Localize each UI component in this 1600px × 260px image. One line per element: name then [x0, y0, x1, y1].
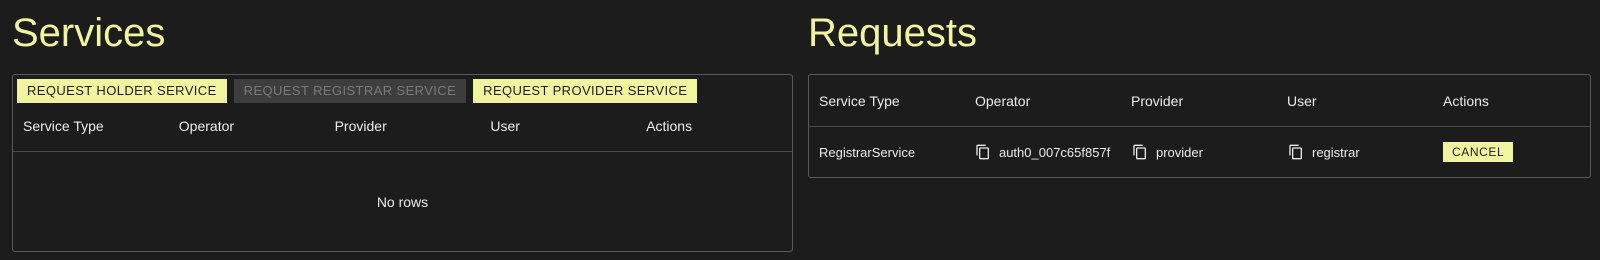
requests-title: Requests	[808, 11, 977, 55]
column-header-provider[interactable]: Provider	[1121, 75, 1277, 126]
services-grid: REQUEST HOLDER SERVICE REQUEST REGISTRAR…	[12, 74, 793, 252]
column-header-actions: Actions	[646, 118, 693, 134]
column-header-user[interactable]: User	[480, 103, 636, 151]
cell-service-type: RegistrarService	[809, 145, 965, 160]
request-provider-service-button[interactable]: REQUEST PROVIDER SERVICE	[473, 79, 698, 103]
operator-value: auth0_007c65f857f	[998, 144, 1111, 160]
column-header-service-type[interactable]: Service Type	[13, 103, 169, 151]
column-header-user[interactable]: User	[1277, 75, 1433, 126]
services-title: Services	[12, 11, 166, 55]
cell-actions: CANCEL	[1433, 142, 1589, 162]
request-registrar-service-button: REQUEST REGISTRAR SERVICE	[233, 79, 467, 103]
cancel-button[interactable]: CANCEL	[1443, 142, 1514, 162]
column-header-service-type[interactable]: Service Type	[809, 75, 965, 126]
requests-grid: Service Type Operator Provider User Acti…	[808, 74, 1591, 178]
column-header-provider[interactable]: Provider	[325, 103, 481, 151]
cell-user: registrar	[1277, 141, 1433, 163]
copy-icon[interactable]	[973, 141, 994, 163]
services-header-row: Service Type Operator Provider User Acti…	[13, 103, 792, 152]
table-row[interactable]: RegistrarService auth0_007c65f857f provi…	[809, 127, 1590, 177]
services-section: Services REQUEST HOLDER SERVICE REQUEST …	[12, 0, 793, 252]
column-header-actions: Actions	[1443, 93, 1489, 109]
requests-section: Requests Service Type Operator Provider …	[808, 0, 1592, 178]
cell-provider: provider	[1121, 141, 1277, 163]
copy-icon[interactable]	[1285, 141, 1307, 163]
column-header-operator[interactable]: Operator	[965, 75, 1121, 126]
copy-icon[interactable]	[1129, 141, 1151, 163]
service-type-value: RegistrarService	[819, 144, 916, 160]
requests-header-row: Service Type Operator Provider User Acti…	[809, 75, 1590, 127]
cell-operator: auth0_007c65f857f	[965, 141, 1121, 163]
provider-value: provider	[1156, 144, 1203, 160]
services-toolbar: REQUEST HOLDER SERVICE REQUEST REGISTRAR…	[17, 79, 698, 103]
user-value: registrar	[1312, 144, 1360, 160]
request-holder-service-button[interactable]: REQUEST HOLDER SERVICE	[17, 79, 227, 103]
empty-state-text: No rows	[376, 193, 429, 210]
column-header-operator[interactable]: Operator	[169, 103, 325, 151]
